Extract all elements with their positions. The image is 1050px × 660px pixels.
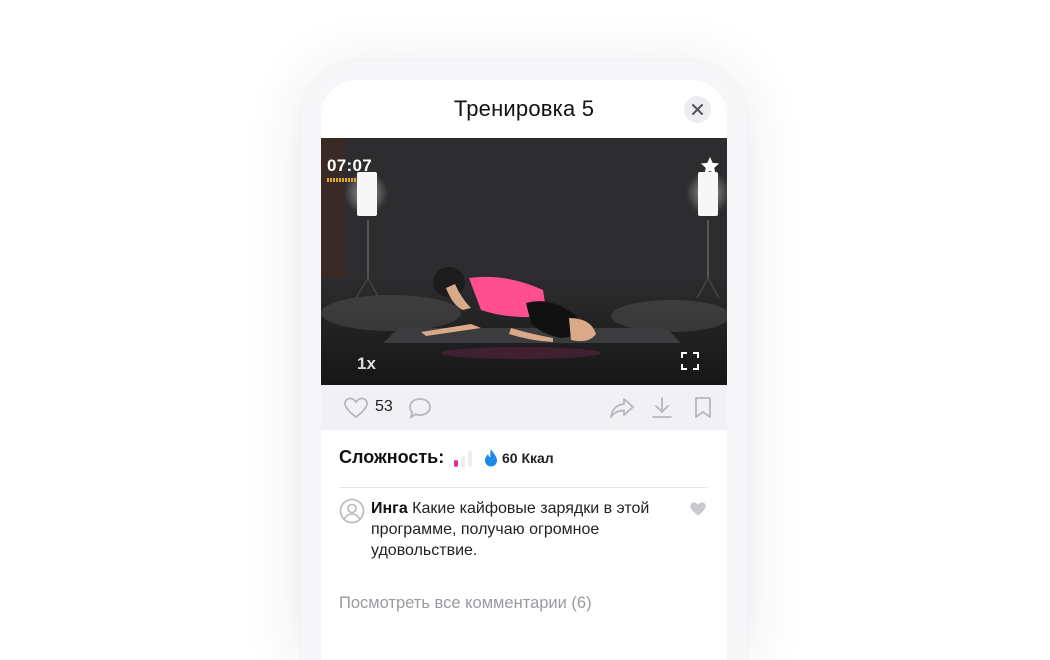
- comment-like-icon[interactable]: [689, 501, 707, 517]
- comment-item: Инга Какие кайфовые зарядки в этой прогр…: [339, 498, 709, 588]
- video-frame: [321, 138, 727, 385]
- playback-speed-button[interactable]: 1x: [357, 354, 376, 374]
- video-player[interactable]: 07:07 1x: [321, 138, 727, 385]
- fullscreen-button[interactable]: [680, 351, 700, 376]
- video-progress: [327, 178, 357, 182]
- like-icon[interactable]: [343, 396, 369, 420]
- like-count: 53: [375, 398, 393, 415]
- comment-icon[interactable]: [407, 396, 433, 420]
- difficulty-label: Сложность:: [339, 447, 445, 467]
- view-all-comments-link[interactable]: Посмотреть все комментарии (6): [339, 594, 592, 613]
- comment-body: Инга Какие кайфовые зарядки в этой прогр…: [371, 498, 661, 561]
- bookmark-icon[interactable]: [693, 396, 713, 420]
- calorie-flame-icon: [485, 449, 497, 467]
- avatar-icon[interactable]: [339, 498, 365, 524]
- fullscreen-icon: [681, 352, 699, 370]
- star-icon: [700, 156, 720, 175]
- video-timer: 07:07: [327, 156, 372, 175]
- phone-screen: Тренировка 5 07:07 1x 53 Сложность: 60 К…: [321, 80, 727, 660]
- close-icon: [692, 104, 703, 115]
- phone-frame: Тренировка 5 07:07 1x 53 Сложность: 60 К…: [301, 60, 747, 660]
- workout-details: Сложность: 60 Ккал: [339, 447, 719, 469]
- action-bar: 53: [321, 385, 727, 430]
- calories-value: 60 Ккал: [502, 450, 554, 466]
- comment-text: Какие кайфовые зарядки в этой программе,…: [371, 500, 650, 559]
- comment-author[interactable]: Инга: [371, 500, 408, 517]
- header: Тренировка 5: [321, 80, 727, 138]
- page-title: Тренировка 5: [453, 96, 595, 121]
- divider: [339, 487, 707, 488]
- difficulty-level-icon: [454, 451, 472, 467]
- favorite-button[interactable]: [699, 155, 721, 182]
- share-icon[interactable]: [609, 396, 635, 420]
- close-button[interactable]: [684, 96, 711, 123]
- download-icon[interactable]: [650, 396, 674, 420]
